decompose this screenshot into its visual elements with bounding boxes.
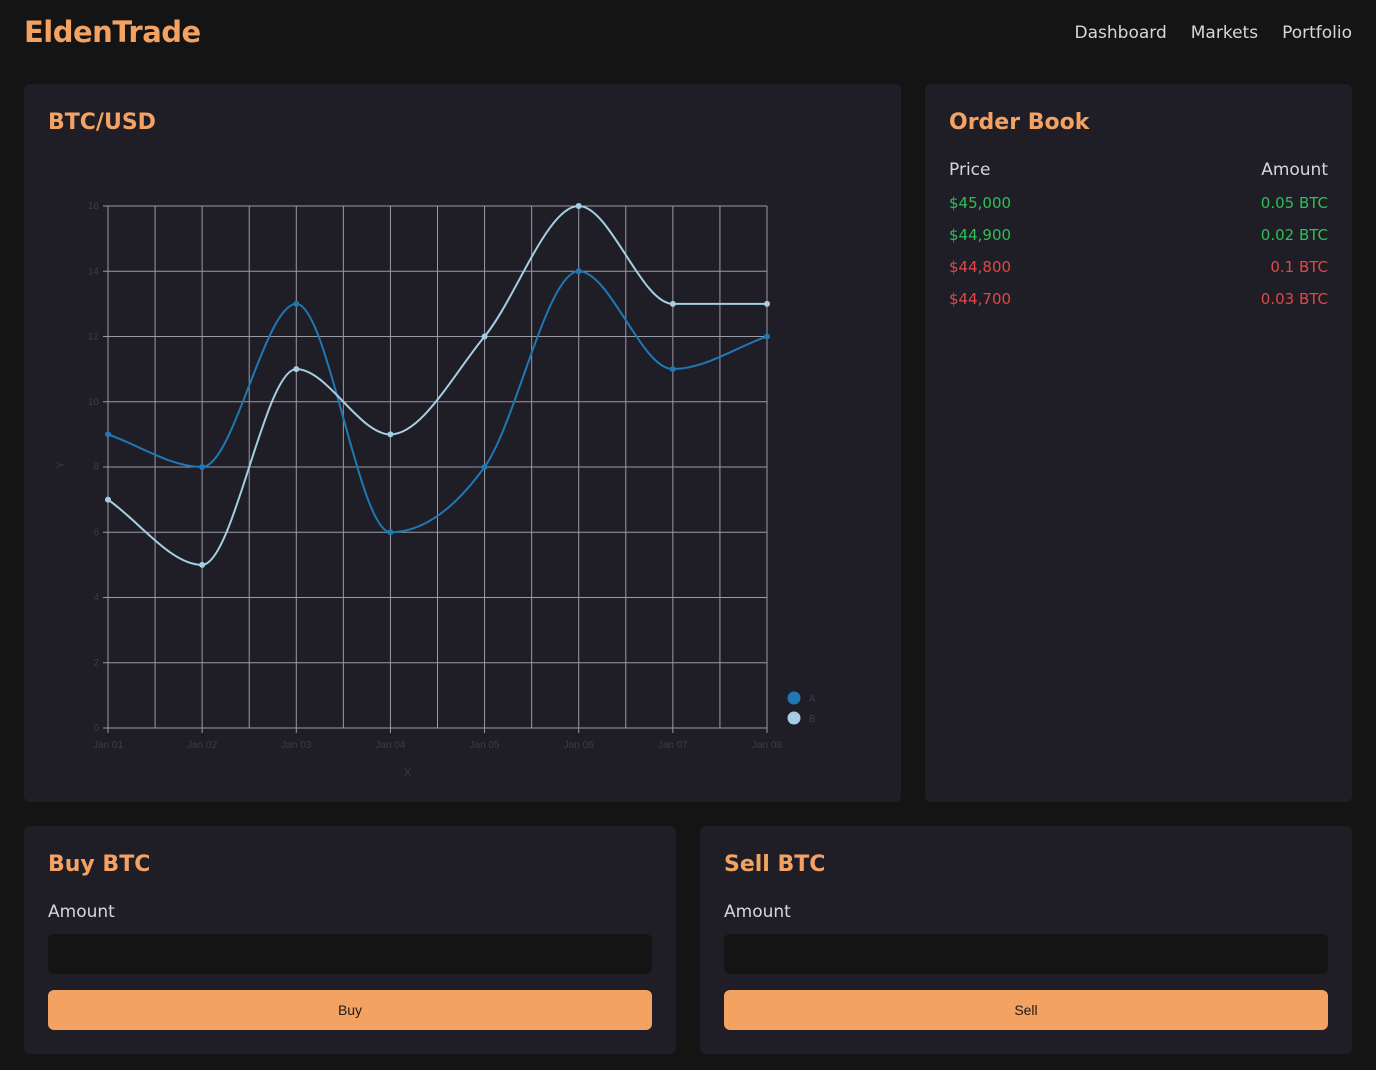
y-tick-label: 2 [93, 658, 99, 669]
main-nav: Dashboard Markets Portfolio [1075, 23, 1352, 43]
data-point-b [481, 333, 488, 340]
buy-amount-input[interactable] [48, 934, 652, 974]
y-tick-label: 6 [93, 527, 99, 538]
x-tick-label: Jan 08 [752, 740, 782, 751]
data-point-a [764, 333, 770, 340]
y-tick-label: 0 [93, 723, 99, 734]
nav-markets[interactable]: Markets [1191, 23, 1258, 43]
x-tick-label: Jan 03 [281, 740, 311, 751]
data-point-a [293, 300, 300, 307]
order-book-header: Price Amount [949, 160, 1328, 180]
order-book-rows: $45,000 0.05 BTC $44,900 0.02 BTC $44,800 0.1… [949, 194, 1328, 322]
data-point-a [199, 464, 206, 470]
y-tick-label: 12 [88, 332, 100, 343]
legend-label-b: B [809, 714, 816, 725]
data-point-b [293, 366, 300, 373]
order-price: $45,000 [949, 194, 1012, 212]
top-bar: EldenTrade Dashboard Markets Portfolio [0, 0, 1376, 68]
price-chart-card: BTC/USD 0 2 4 6 8 10 12 14 16 Jan 01 Jan 02 Jan 03 J… [24, 84, 901, 802]
data-point-b [575, 203, 582, 209]
order-book-row[interactable]: $44,800 0.1 BTC [949, 258, 1328, 290]
x-axis-label: X [404, 767, 412, 779]
order-book-row[interactable]: $45,000 0.05 BTC [949, 194, 1328, 226]
data-point-b [387, 431, 394, 438]
order-amount: 0.05 BTC [1260, 194, 1328, 212]
data-point-a [105, 431, 111, 438]
order-book-row[interactable]: $44,700 0.03 BTC [949, 290, 1328, 322]
sell-amount-input[interactable] [724, 934, 1328, 974]
order-book-row[interactable]: $44,900 0.02 BTC [949, 226, 1328, 258]
buy-button[interactable]: Buy [48, 990, 652, 1030]
buy-title: Buy BTC [48, 852, 151, 877]
y-tick-label: 8 [93, 462, 99, 473]
x-tick-label: Jan 01 [93, 740, 123, 751]
order-price: $44,800 [949, 258, 1012, 276]
price-chart: 0 2 4 6 8 10 12 14 16 Jan 01 Jan 02 Jan 03 Jan 04 Jan… [55, 201, 816, 779]
data-point-b [199, 561, 206, 568]
y-tick-label: 16 [88, 201, 100, 212]
y-axis-label: Y [55, 461, 67, 469]
buy-card: Buy BTC Amount Buy [24, 826, 676, 1054]
data-point-a [481, 464, 488, 470]
y-tick-label: 4 [93, 593, 99, 604]
data-point-b [764, 300, 770, 307]
order-amount: 0.02 BTC [1260, 226, 1328, 244]
sell-title: Sell BTC [724, 852, 826, 877]
x-tick-label: Jan 07 [658, 740, 688, 751]
y-tick-label: 10 [88, 397, 100, 408]
sell-card: Sell BTC Amount Sell [700, 826, 1352, 1054]
sell-button[interactable]: Sell [724, 990, 1328, 1030]
y-tick-label: 14 [88, 266, 100, 277]
sell-amount-label: Amount [724, 902, 791, 922]
amount-column-header: Amount [1261, 160, 1328, 180]
order-book-title: Order Book [949, 110, 1090, 135]
data-point-a [387, 529, 394, 536]
order-amount: 0.03 BTC [1260, 290, 1328, 308]
order-price: $44,700 [949, 290, 1012, 308]
brand-logo[interactable]: EldenTrade [24, 15, 201, 49]
price-column-header: Price [949, 160, 991, 180]
x-tick-label: Jan 02 [187, 740, 217, 751]
legend-label-a: A [809, 694, 816, 705]
nav-portfolio[interactable]: Portfolio [1282, 23, 1352, 43]
order-price: $44,900 [949, 226, 1012, 244]
x-tick-label: Jan 06 [564, 740, 594, 751]
nav-dashboard[interactable]: Dashboard [1075, 23, 1167, 43]
x-tick-label: Jan 05 [470, 740, 500, 751]
data-point-a [669, 366, 676, 373]
legend-swatch-b [787, 711, 801, 725]
data-point-b [669, 300, 676, 307]
x-tick-label: Jan 04 [375, 740, 405, 751]
order-book-card: Order Book Price Amount $45,000 0.05 BTC $… [925, 84, 1352, 802]
order-amount: 0.1 BTC [1270, 258, 1328, 276]
legend-swatch-a [787, 691, 801, 705]
data-point-b [105, 496, 111, 503]
buy-amount-label: Amount [48, 902, 115, 922]
data-point-a [575, 268, 582, 275]
